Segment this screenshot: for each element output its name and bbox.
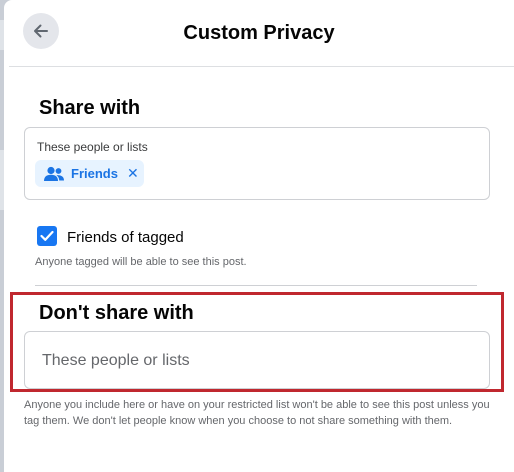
dont-share-with-footnote: Anyone you include here or have on your … <box>24 399 490 427</box>
friends-of-tagged-label: Friends of tagged <box>67 229 184 246</box>
checkmark-icon <box>40 230 54 241</box>
friends-chip-label: Friends <box>71 166 118 181</box>
dialog-header: Custom Privacy <box>4 0 514 67</box>
friends-of-tagged-checkbox[interactable] <box>37 226 57 246</box>
people-icon <box>43 166 65 182</box>
custom-privacy-dialog: Custom Privacy Share with These people o… <box>4 0 514 472</box>
dont-share-with-input[interactable] <box>40 332 464 390</box>
dont-share-with-heading: Don't share with <box>39 302 194 324</box>
dialog-title: Custom Privacy <box>183 22 335 44</box>
scroll-track <box>4 66 9 472</box>
share-with-field-label: These people or lists <box>37 140 148 154</box>
share-with-field[interactable]: These people or lists Friends ✕ <box>24 127 490 200</box>
friends-of-tagged-help: Anyone tagged will be able to see this p… <box>35 256 247 268</box>
dont-share-with-field[interactable] <box>24 331 490 390</box>
remove-chip-icon[interactable]: ✕ <box>127 165 139 182</box>
section-divider <box>35 285 477 286</box>
share-with-heading: Share with <box>39 97 141 119</box>
friends-chip[interactable]: Friends ✕ <box>35 160 144 187</box>
